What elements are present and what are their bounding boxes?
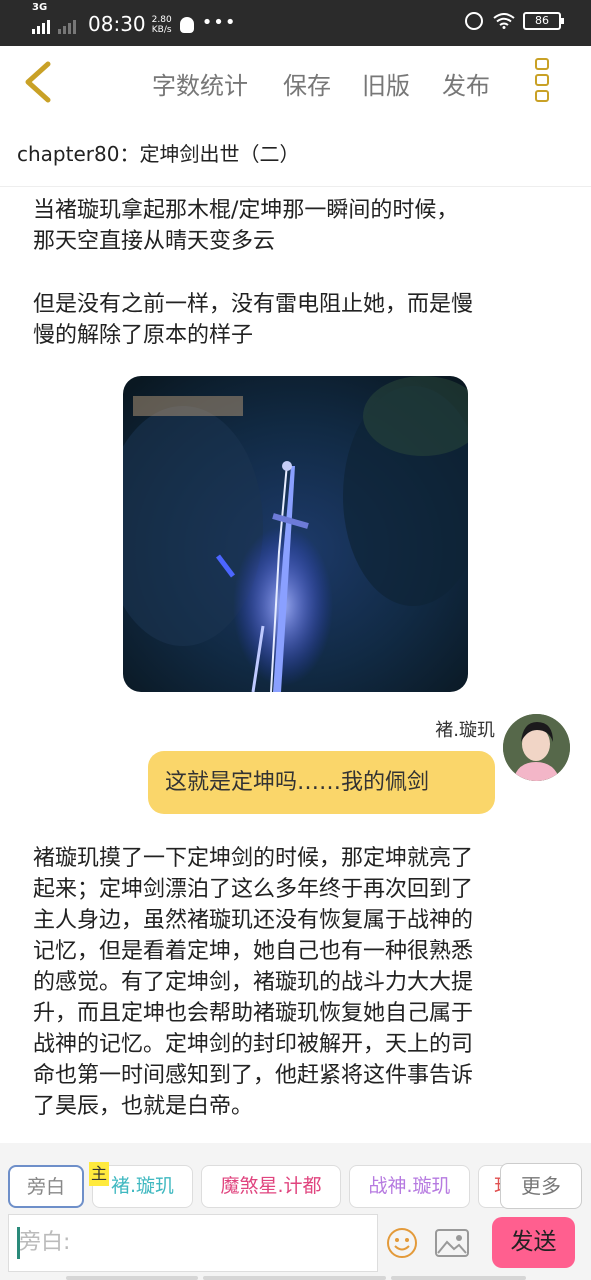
- send-button[interactable]: 发送: [492, 1217, 575, 1268]
- text-line: 那天空直接从晴天变多云: [33, 229, 276, 254]
- publish-button[interactable]: 发布: [442, 66, 490, 101]
- text-line: 褚璇玑摸了一下定坤剑的时候，那定坤就亮了: [33, 846, 474, 871]
- dialogue-bubble[interactable]: 这就是定坤吗……我的佩剑: [148, 751, 495, 814]
- image-icon[interactable]: [435, 1229, 469, 1257]
- main-role-badge: 主: [89, 1162, 109, 1186]
- paragraph-2: 但是没有之前一样，没有雷电阻止她，而是慢 慢的解除了原本的样子: [33, 289, 563, 351]
- scroll-indicator: [391, 1276, 526, 1280]
- status-right: 86: [465, 12, 564, 30]
- avatar-icon: [503, 714, 570, 781]
- signal-2-icon: [58, 18, 78, 34]
- text-line: 了昊辰，也就是白帝。: [33, 1094, 254, 1119]
- network-speed: 2.80 KB/s: [152, 15, 172, 35]
- text-line: 升，而且定坤也会帮助褚璇玑恢复她自己属于: [33, 1001, 474, 1026]
- speed-value: 2.80: [151, 14, 172, 25]
- text-line: 主人身边，虽然褚璇玑还没有恢复属于战神的: [33, 908, 474, 933]
- text-line: 起来；定坤剑漂泊了这么多年终于再次回到了: [33, 877, 474, 902]
- role-chip-3[interactable]: 战神.璇玑: [349, 1165, 470, 1208]
- paragraph-3: 褚璇玑摸了一下定坤剑的时候，那定坤就亮了 起来；定坤剑漂泊了这么多年终于再次回到…: [33, 843, 563, 1122]
- menu-icon[interactable]: [535, 58, 553, 108]
- sword-image-icon: [123, 376, 468, 692]
- input-placeholder: 旁白:: [19, 1230, 71, 1255]
- text-line: 战神的记忆。定坤剑的封印被解开，天上的司: [33, 1032, 474, 1057]
- role-chip-2[interactable]: 魔煞星.计都: [201, 1165, 341, 1208]
- status-bar: 3G 08:30 2.80 KB/s ••• 86: [0, 0, 591, 46]
- back-icon[interactable]: [20, 60, 60, 104]
- divider: [0, 186, 591, 187]
- battery-indicator: 86: [523, 12, 564, 30]
- editor-toolbar: 字数统计 保存 旧版 发布: [0, 46, 591, 124]
- text-line: 当褚璇玑拿起那木棍/定坤那一瞬间的时候，: [33, 198, 459, 223]
- text-line: 命也第一时间感知到了，他赶紧将这件事告诉: [33, 1063, 474, 1088]
- text-line: 的感觉。有了定坤剑，褚璇玑的战斗力大大提: [33, 970, 474, 995]
- composer-panel: 旁白 褚.璇玑 魔煞星.计都 战神.璇玑 玑 主 更多 旁白: 发送: [0, 1143, 591, 1280]
- text-line: 慢的解除了原本的样子: [33, 323, 254, 348]
- status-left: 3G 08:30 2.80 KB/s •••: [32, 2, 237, 36]
- text-cursor: [17, 1227, 20, 1259]
- wifi-icon: [493, 13, 515, 29]
- alarm-icon: [465, 12, 483, 30]
- chapter-title: chapter80：定坤剑出世（二）: [17, 142, 300, 166]
- scroll-indicator: [203, 1276, 386, 1280]
- old-version-button[interactable]: 旧版: [362, 66, 410, 101]
- speed-unit: KB/s: [151, 24, 172, 35]
- network-type: 3G: [32, 2, 48, 13]
- word-count-button[interactable]: 字数统计: [152, 66, 248, 101]
- speaker-avatar[interactable]: [503, 714, 570, 781]
- signal-icon: [32, 18, 52, 34]
- role-chip-narrator[interactable]: 旁白: [8, 1165, 84, 1208]
- message-input[interactable]: 旁白:: [8, 1214, 378, 1272]
- more-roles-button[interactable]: 更多: [500, 1163, 582, 1209]
- emoji-icon[interactable]: [386, 1227, 418, 1259]
- story-image[interactable]: [123, 376, 468, 692]
- scroll-indicator: [66, 1276, 198, 1280]
- more-notifications-icon: •••: [201, 11, 237, 33]
- clock: 08:30: [88, 12, 146, 36]
- save-button[interactable]: 保存: [283, 66, 331, 101]
- text-line: 记忆，但是看着定坤，她自己也有一种很熟悉: [33, 939, 474, 964]
- paragraph-1: 当褚璇玑拿起那木棍/定坤那一瞬间的时候， 那天空直接从晴天变多云: [33, 195, 563, 257]
- text-line: 但是没有之前一样，没有雷电阻止她，而是慢: [33, 292, 474, 317]
- qq-icon: [179, 17, 194, 33]
- speaker-name: 褚.璇玑: [435, 720, 495, 741]
